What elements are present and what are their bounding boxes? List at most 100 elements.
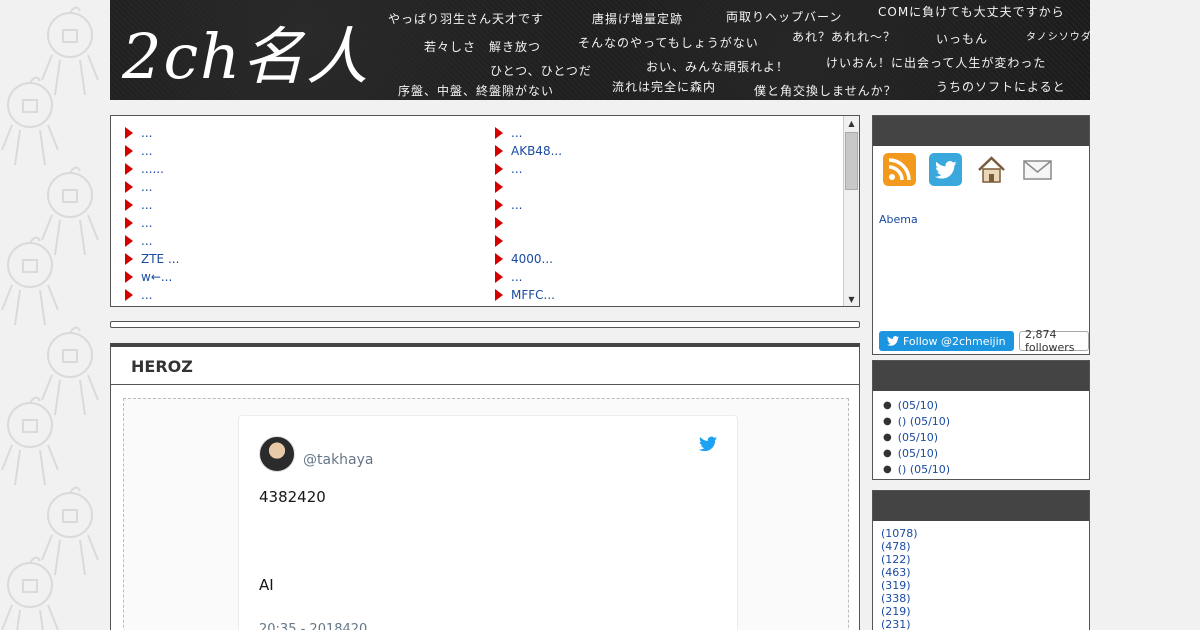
article-panel: HEROZ @takhaya 4382420 AI 20:35 - 201842… <box>110 343 860 630</box>
section-divider-bar <box>110 321 860 328</box>
embedded-tweet[interactable]: @takhaya 4382420 AI 20:35 - 2018420 <box>238 415 738 630</box>
tweet-handle[interactable]: @takhaya <box>303 452 374 468</box>
triangle-bullet-icon <box>125 217 133 229</box>
triangle-bullet-icon <box>495 163 503 175</box>
bullet-icon: ● <box>883 447 892 459</box>
avatar[interactable] <box>259 436 295 472</box>
tweet-timestamp[interactable]: 20:35 - 2018420 <box>259 622 367 630</box>
category-list: (1078) (478) (122) (463) (319) (338) (21… <box>881 527 918 630</box>
pickup-link[interactable] <box>495 232 845 250</box>
bullet-icon: ● <box>883 463 892 475</box>
banner-phrase: 唐揚げ増量定跡 <box>592 12 684 26</box>
pickup-links-box: ... ... ...... ... ... ... ... ZTE ... w… <box>110 115 860 307</box>
banner-phrase: やっぱり羽生さん天才です <box>388 12 545 26</box>
follow-label: Follow @2chmeijin <box>903 334 1006 348</box>
triangle-bullet-icon <box>495 199 503 211</box>
triangle-bullet-icon <box>495 145 503 157</box>
pickup-link[interactable]: ... <box>125 286 475 304</box>
pickup-link[interactable]: ... <box>125 178 475 196</box>
pickup-link[interactable]: AKB48... <box>495 142 845 160</box>
mail-icon[interactable] <box>1021 153 1054 186</box>
pickup-link[interactable]: ... <box>125 196 475 214</box>
pickup-link[interactable]: w←... <box>125 268 475 286</box>
pickup-link[interactable]: ... <box>495 124 845 142</box>
list-item[interactable]: ● (05/10) <box>883 397 950 413</box>
triangle-bullet-icon <box>495 181 503 193</box>
pickup-link[interactable]: ... <box>495 160 845 178</box>
list-item[interactable]: ● (05/10) <box>883 429 950 445</box>
pickup-link[interactable]: MFFC... <box>495 286 845 304</box>
banner-phrase: そんなのやってもしょうがない <box>578 36 759 50</box>
banner-phrase: COMに負けても大丈夫ですから <box>878 5 1065 19</box>
pickup-link[interactable]: ... <box>125 232 475 250</box>
banner-phrase: うちのソフトによると <box>936 80 1066 94</box>
list-item[interactable]: (219) <box>881 605 918 618</box>
triangle-bullet-icon <box>495 253 503 265</box>
tweet-text-line: AI <box>259 576 274 594</box>
pickup-link[interactable]: 4000... <box>495 250 845 268</box>
bullet-icon: ● <box>883 431 892 443</box>
sidebar-recent-box: ● (05/10) ●() (05/10) ● (05/10) ● (05/10… <box>872 360 1090 480</box>
banner-phrase: 僕と角交換しませんか？ <box>754 84 897 98</box>
pickup-link[interactable]: ... <box>125 214 475 232</box>
banner-phrase: タノシソウダネ <box>1026 32 1090 43</box>
twitter-bird-icon[interactable] <box>699 436 717 452</box>
article-body: @takhaya 4382420 AI 20:35 - 2018420 <box>123 398 849 630</box>
triangle-bullet-icon <box>125 199 133 211</box>
twitter-icon[interactable] <box>929 153 962 186</box>
list-item[interactable]: ● (05/10) <box>883 445 950 461</box>
triangle-bullet-icon <box>125 235 133 247</box>
pickup-scrollbar[interactable]: ▲ ▼ <box>843 116 859 306</box>
tweet-text-line: 4382420 <box>259 488 326 506</box>
recent-posts-list: ● (05/10) ●() (05/10) ● (05/10) ● (05/10… <box>883 397 950 477</box>
list-item[interactable]: (463) <box>881 566 918 579</box>
list-item[interactable]: (478) <box>881 540 918 553</box>
pickup-link[interactable] <box>495 214 845 232</box>
bullet-icon: ● <box>883 415 892 427</box>
scroll-up-arrow-icon[interactable]: ▲ <box>844 116 859 130</box>
pickup-link[interactable]: ... <box>125 124 475 142</box>
banner-phrase: 両取りヘップバーン <box>726 10 843 24</box>
pickup-link[interactable]: ... <box>125 142 475 160</box>
sidebar-box-header <box>873 361 1089 391</box>
social-icon-row <box>883 153 1054 186</box>
list-item[interactable]: (319) <box>881 579 918 592</box>
home-icon[interactable] <box>975 153 1008 186</box>
list-item[interactable]: (122) <box>881 553 918 566</box>
rss-icon[interactable] <box>883 153 916 186</box>
banner-phrase: 序盤、中盤、終盤隙がない <box>398 84 555 98</box>
banner-phrase: おい、みんな頑張れよ！ <box>646 60 790 74</box>
twitter-follow-button[interactable]: Follow @2chmeijin <box>879 331 1014 351</box>
banner-phrase: 若々しさ 解き放つ <box>424 40 542 54</box>
list-item[interactable]: ●() (05/10) <box>883 461 950 477</box>
site-logo[interactable]: 2ch名人 <box>122 6 370 96</box>
page-wrapper: 2ch名人 やっぱり羽生さん天才です 唐揚げ増量定跡 両取りヘップバーン COM… <box>110 0 1090 630</box>
followers-count[interactable]: 2,874 followers <box>1019 328 1089 354</box>
pickup-link[interactable] <box>495 178 845 196</box>
list-item[interactable]: (1078) <box>881 527 918 540</box>
article-title[interactable]: HEROZ <box>131 357 193 376</box>
abema-link[interactable]: Abema <box>879 213 918 226</box>
triangle-bullet-icon <box>495 217 503 229</box>
mascot-icon <box>1 236 59 326</box>
list-item[interactable]: ●() (05/10) <box>883 413 950 429</box>
header-banner[interactable]: 2ch名人 やっぱり羽生さん天才です 唐揚げ増量定跡 両取りヘップバーン COM… <box>110 0 1090 100</box>
list-item[interactable]: (231) <box>881 618 918 630</box>
triangle-bullet-icon <box>495 235 503 247</box>
article-title-divider <box>111 384 859 385</box>
pickup-link[interactable]: ZTE ... <box>125 250 475 268</box>
sidebar-box-header <box>873 116 1089 146</box>
list-item[interactable]: (338) <box>881 592 918 605</box>
scrollbar-thumb[interactable] <box>845 132 858 190</box>
twitter-bird-icon <box>887 336 899 346</box>
banner-phrase: あれ？あれれ～？ <box>792 30 897 44</box>
scroll-down-arrow-icon[interactable]: ▼ <box>844 292 859 306</box>
banner-phrase: いっもん <box>936 32 989 46</box>
pickup-link[interactable]: ...... <box>125 160 475 178</box>
pickup-link[interactable]: ... <box>495 268 845 286</box>
triangle-bullet-icon <box>125 253 133 265</box>
pickup-link[interactable]: ... <box>495 196 845 214</box>
triangle-bullet-icon <box>495 271 503 283</box>
mascot-icon <box>1 396 59 486</box>
sidebar-category-box: (1078) (478) (122) (463) (319) (338) (21… <box>872 490 1090 630</box>
